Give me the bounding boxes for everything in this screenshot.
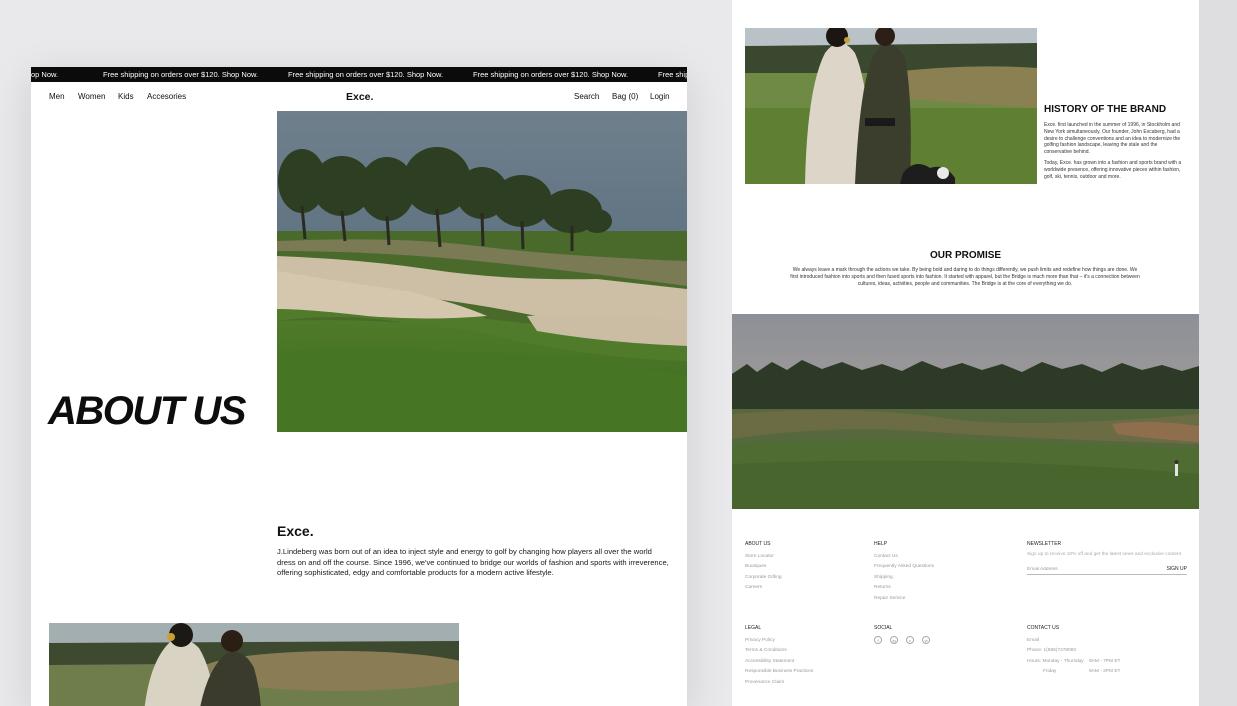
golfers-image (49, 623, 459, 706)
history-heading: HISTORY OF THE BRAND (1044, 104, 1167, 115)
promise-heading: OUR PROMISE (929, 250, 1002, 261)
footer-link[interactable]: Repair Service (874, 594, 934, 604)
footer-link[interactable]: Store Locator (745, 552, 782, 562)
promo-message[interactable]: Free shipping on orders over $120. Shop … (288, 70, 443, 79)
contact-email-link[interactable]: Email (1027, 636, 1129, 646)
promo-message[interactable]: Free ship (658, 70, 687, 79)
brand-logo[interactable]: Exce. (346, 91, 373, 103)
footer-heading: HELP (874, 541, 888, 547)
footer-link[interactable]: Provenance Claim (745, 678, 813, 688)
footer-link[interactable]: Frequently Asked Questions (874, 562, 934, 572)
promo-message[interactable]: op Now. (31, 70, 58, 79)
landscape-golf-image (732, 314, 1199, 509)
footer-newsletter-column: NEWSLETTER Sign up to receive 10% off an… (1027, 541, 1192, 575)
history-text: Exce. first launched in the summer of 19… (1044, 122, 1184, 180)
canvas: op Now. Free shipping on orders over $12… (0, 0, 1237, 706)
footer-link[interactable]: Terms & Conditions (745, 646, 813, 656)
search-link[interactable]: Search (574, 92, 599, 101)
footer-heading: LEGAL (745, 625, 762, 631)
couple-golf-image (745, 28, 1037, 184)
footer-heading: CONTACT US (1027, 625, 1060, 631)
social-links: f ig x yt (874, 636, 930, 644)
brand-description: J.Lindeberg was born out of an idea to i… (277, 547, 669, 577)
page-title: ABOUT US (48, 389, 246, 433)
contact-hours-row: Friday 9AM - 2PM ET (1027, 667, 1129, 677)
footer-contact-column: CONTACT US Email Phone: 1(555)7278093 Ho… (1027, 625, 1129, 678)
instagram-icon[interactable]: ig (890, 636, 898, 644)
facebook-icon[interactable]: f (874, 636, 882, 644)
footer-legal-column: LEGAL Privacy Policy Terms & Conditions … (745, 625, 813, 688)
nav-link-women[interactable]: Women (78, 92, 105, 101)
contact-hours-row: Hours: Monday - Thursday 9AM - 7PM ET (1027, 657, 1129, 667)
footer-heading: ABOUT US (745, 541, 771, 547)
newsletter-description: Sign up to receive 10% off and get the l… (1027, 552, 1182, 557)
promise-text: We always leave a mark through the actio… (790, 267, 1140, 287)
main-nav: Men Women Kids Accesories Exce. Search B… (31, 91, 687, 104)
promo-message[interactable]: Free shipping on orders over $120. Shop … (473, 70, 628, 79)
about-page-continued-preview: HISTORY OF THE BRAND Exce. first launche… (732, 0, 1199, 706)
footer-link[interactable]: Shipping (874, 573, 934, 583)
newsletter-form: SIGN UP (1027, 564, 1187, 575)
footer-help-column: HELP Contact Us Frequently Asked Questio… (874, 541, 934, 604)
footer-heading: NEWSLETTER (1027, 541, 1062, 547)
promo-message[interactable]: Free shipping on orders over $120. Shop … (103, 70, 258, 79)
hours-day: Friday (1043, 669, 1057, 675)
footer-link[interactable]: Responsible Business Practices (745, 667, 813, 677)
promo-banner[interactable]: op Now. Free shipping on orders over $12… (31, 67, 687, 82)
contact-phone: Phone: 1(555)7278093 (1027, 648, 1077, 654)
nav-link-kids[interactable]: Kids (118, 92, 134, 101)
footer-link[interactable]: Privacy Policy (745, 636, 813, 646)
about-page-preview: op Now. Free shipping on orders over $12… (31, 67, 687, 706)
footer-link[interactable]: Careers (745, 583, 782, 593)
history-paragraph: Exce. first launched in the summer of 19… (1044, 122, 1181, 156)
hero-golf-course-image (277, 111, 687, 432)
hours-time: 9AM - 7PM ET (1089, 658, 1121, 664)
hours-day: Hours: Monday - Thursday (1027, 658, 1084, 664)
footer-link[interactable]: Boutiques (745, 562, 782, 572)
hours-time: 9AM - 2PM ET (1089, 669, 1121, 675)
nav-link-men[interactable]: Men (49, 92, 65, 101)
bag-link[interactable]: Bag (0) (612, 92, 638, 101)
footer-link[interactable]: Corporate Gifting (745, 573, 782, 583)
backdrop-strip (1199, 0, 1237, 706)
footer-link[interactable]: Accessibility Statement (745, 657, 813, 667)
email-field[interactable] (1027, 564, 1147, 574)
history-paragraph: Today, Exce. has grown into a fashion an… (1044, 159, 1182, 180)
footer-link[interactable]: Returns (874, 583, 934, 593)
footer-about-column: ABOUT US Store Locator Boutiques Corpora… (745, 541, 782, 594)
youtube-icon[interactable]: yt (922, 636, 930, 644)
footer-link[interactable]: Contact Us (874, 552, 934, 562)
login-link[interactable]: Login (650, 92, 670, 101)
nav-link-accessories[interactable]: Accesories (147, 92, 186, 101)
x-icon[interactable]: x (906, 636, 914, 644)
brand-heading: Exce. (277, 523, 314, 539)
footer-social-column: SOCIAL f ig x yt (874, 625, 930, 644)
footer-heading: SOCIAL (874, 625, 893, 631)
sign-up-button[interactable]: SIGN UP (1166, 566, 1187, 572)
